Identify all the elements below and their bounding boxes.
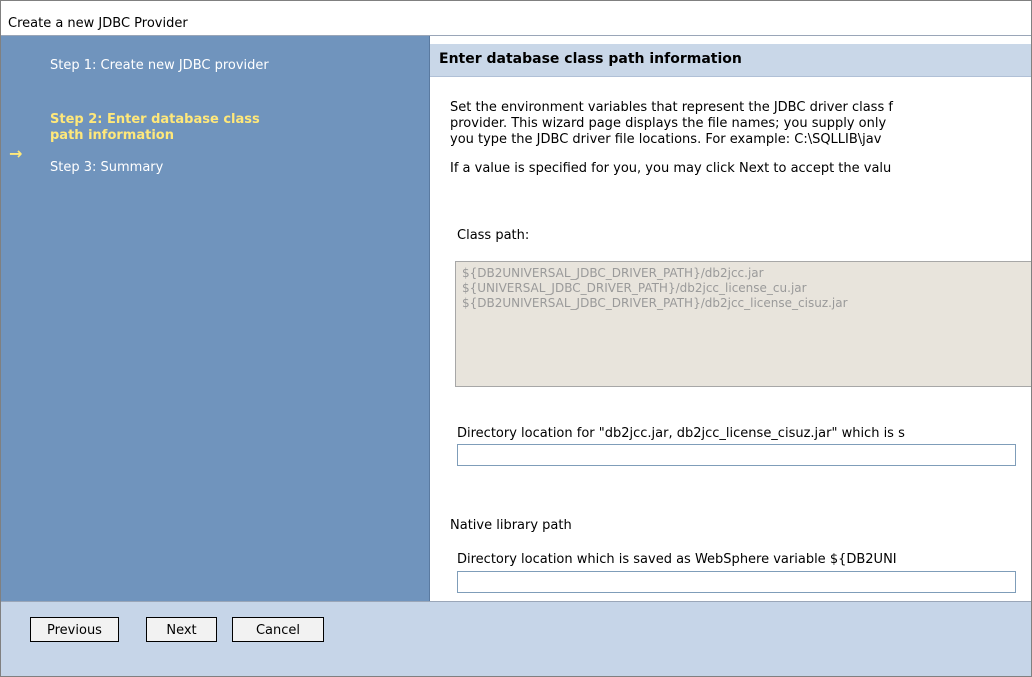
wizard-steps-sidebar: Step 1: Create new JDBC provider → Step … [1, 36, 430, 601]
step-1-label: Step 1: Create new JDBC provider [50, 58, 269, 73]
native-library-heading: Native library path [450, 518, 572, 533]
intro-note: If a value is specified for you, you may… [450, 161, 892, 176]
class-path-line: ${UNIVERSAL_JDBC_DRIVER_PATH}/db2jcc_lic… [462, 281, 807, 295]
native-library-input[interactable] [457, 571, 1016, 593]
cancel-button[interactable]: Cancel [232, 617, 324, 642]
directory-location-label: Directory location for "db2jcc.jar, db2j… [457, 426, 905, 441]
intro-line-2: provider. This wizard page displays the … [450, 116, 887, 131]
page-title: Enter database class path information [439, 51, 742, 67]
current-step-arrow-icon: → [9, 144, 23, 163]
intro-line-1: Set the environment variables that repre… [450, 100, 893, 115]
window-title: Create a new JDBC Provider [8, 16, 188, 31]
next-button[interactable]: Next [146, 617, 217, 642]
class-path-label: Class path: [457, 228, 530, 243]
title-bar: Create a new JDBC Provider [1, 1, 1031, 36]
wizard-footer: Previous Next Cancel [1, 601, 1031, 676]
step-2-label: Step 2: Enter database class path inform… [50, 112, 260, 143]
page-header: Enter database class path information [430, 44, 1031, 77]
wizard-window: Create a new JDBC Provider Step 1: Creat… [0, 0, 1032, 677]
step-3-label: Step 3: Summary [50, 160, 164, 175]
class-path-line: ${DB2UNIVERSAL_JDBC_DRIVER_PATH}/db2jcc.… [462, 266, 764, 280]
class-path-line: ${DB2UNIVERSAL_JDBC_DRIVER_PATH}/db2jcc_… [462, 296, 848, 310]
directory-location-input[interactable] [457, 444, 1016, 466]
main-content: Enter database class path information Se… [430, 36, 1031, 601]
class-path-textarea: ${DB2UNIVERSAL_JDBC_DRIVER_PATH}/db2jcc.… [455, 261, 1031, 387]
intro-line-3: you type the JDBC driver file locations.… [450, 132, 882, 147]
native-library-label: Directory location which is saved as Web… [457, 552, 897, 567]
previous-button[interactable]: Previous [30, 617, 119, 642]
